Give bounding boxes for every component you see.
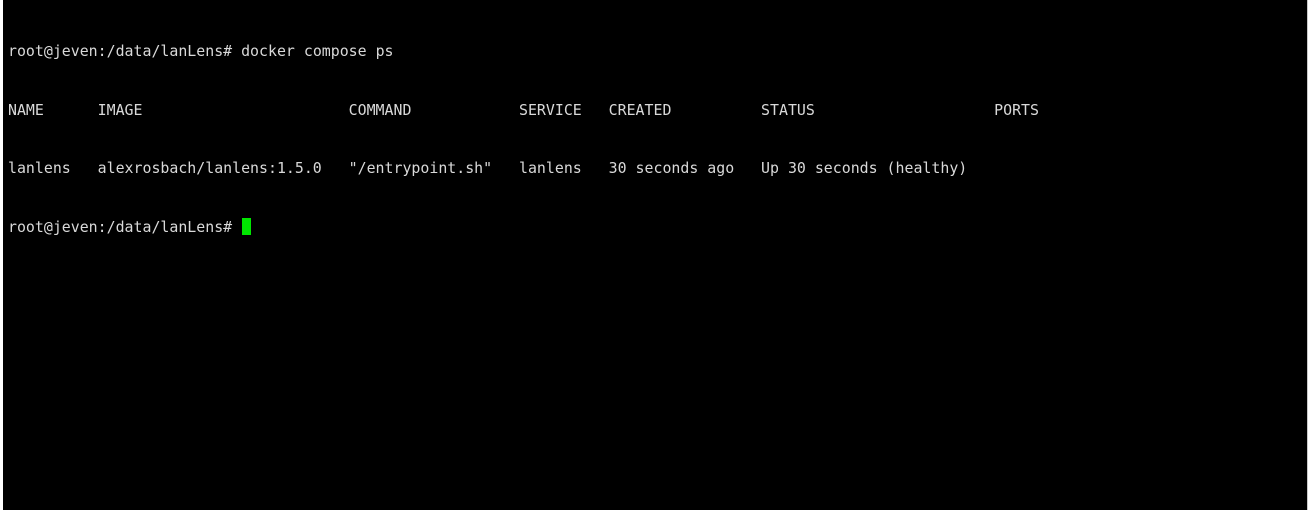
terminal-window[interactable]: root@jeven:/data/lanLens# docker compose… (3, 0, 1308, 510)
current-prompt-text: root@jeven:/data/lanLens# (8, 217, 242, 236)
command-line: root@jeven:/data/lanLens# docker compose… (8, 42, 1039, 62)
table-row: lanlens alexrosbach/lanlens:1.5.0 "/entr… (8, 159, 968, 177)
table-header: NAME IMAGE COMMAND SERVICE CREATED STATU… (8, 100, 1039, 119)
terminal-output[interactable]: root@jeven:/data/lanLens# docker compose… (8, 3, 1039, 276)
current-input-line[interactable]: root@jeven:/data/lanLens# (8, 217, 1039, 238)
command-text: docker compose ps (241, 42, 394, 60)
prompt-text: root@jeven:/data/lanLens# (8, 42, 242, 60)
text-cursor (242, 217, 252, 235)
